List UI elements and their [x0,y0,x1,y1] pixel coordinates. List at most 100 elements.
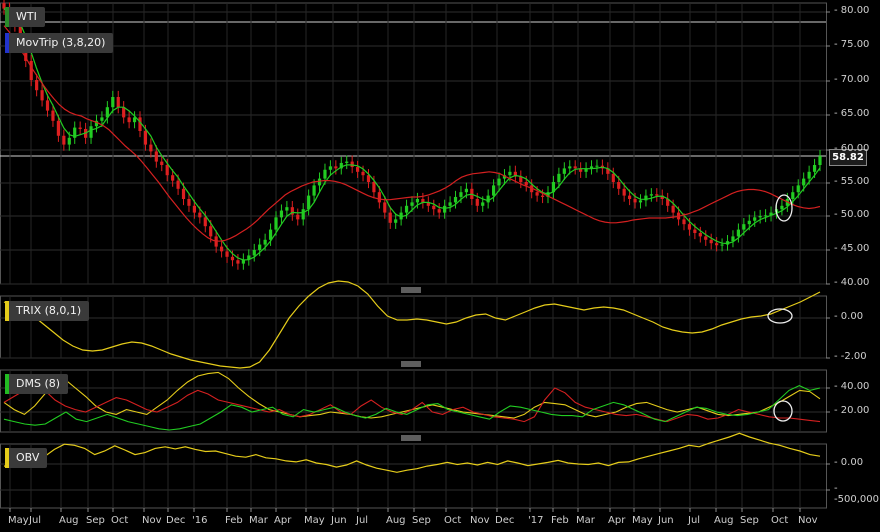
trix-label: TRIX (8,0,1) [16,304,82,317]
legend-wti[interactable]: WTI [5,7,45,27]
candle-body [464,188,468,193]
x-tick-label: Apr [608,515,626,526]
candle-body [573,166,577,169]
candle-body [377,192,381,203]
x-tick-label: Sep [740,515,759,526]
y-tick-label: - 60.00 [834,143,870,154]
candle-body [62,135,66,145]
candle-body [780,205,784,210]
chart-marks [2,0,822,473]
candle-body [143,131,148,145]
candle-body [198,212,202,218]
x-tick-label: Aug [714,515,734,526]
x-tick-label: '16 [192,515,208,526]
x-tick-label: Jul [29,515,42,526]
x-tick-label: '17 [528,515,544,526]
candle-body [51,110,55,121]
x-tick-label: May [632,515,653,526]
candle-body [492,185,496,196]
candle-body [40,90,44,101]
candle-body [709,239,713,244]
x-tick-label: May [8,515,29,526]
candle-body [568,166,572,169]
candle-body [122,107,126,118]
candle-body [671,205,675,213]
candle-body [225,251,229,257]
x-tick-label: Nov [142,515,162,526]
candle-body [274,217,278,230]
candle-body [633,199,637,203]
candle-body [165,165,169,176]
candle-body [453,196,458,203]
candle-body [682,219,686,225]
candle-body [448,202,452,206]
candle-body [149,144,153,152]
candle-body [562,168,566,174]
candle-body [486,195,490,203]
candle-body [753,217,757,221]
legend-dms[interactable]: DMS (8) [5,374,69,394]
candle-body [415,199,420,203]
candle-body [220,246,224,252]
candle-body [818,156,822,165]
candle-body [258,244,262,250]
candle-body [524,182,528,186]
candle-body [394,219,398,223]
y-tick-label: - 80.00 [834,5,870,16]
y-tick-label: - 0.00 [834,311,864,322]
y-tick-label: - 40.00 [834,277,870,288]
separators [401,287,421,441]
x-tick-label: Aug [59,515,79,526]
candle-body [252,250,256,256]
candle-body [203,217,207,227]
obv-label: OBV [16,451,40,464]
candle-body [764,215,768,217]
candle-body [715,243,719,246]
candle-body [540,195,545,197]
candle-body [459,192,463,197]
x-tick-label: Feb [551,515,569,526]
y-tick-label: - 50.00 [834,209,870,220]
y-tick-label: - 65.00 [834,108,870,119]
candle-body [720,244,724,246]
x-tick-label: Sep [412,515,431,526]
y-tick-label: - 40.00 [834,381,870,392]
x-tick-label: Nov [798,515,818,526]
y-tick-label: - -500,000.00 [834,483,880,505]
candle-body [29,60,33,80]
candle-body [296,214,300,220]
candle-body [279,210,284,218]
legend-trix[interactable]: TRIX (8,0,1) [5,301,90,321]
y-tick-label: - 70.00 [834,74,870,85]
candle-body [687,224,692,230]
candle-body [791,192,795,199]
candle-body [508,171,512,176]
candle-body [127,117,131,123]
candle-body [410,202,414,206]
candle-body [617,182,621,189]
candle-body [812,165,817,172]
candle-body [366,175,371,182]
candle-body [345,161,349,163]
price-title: WTI [16,10,37,23]
x-tick-label: Oct [444,515,462,526]
trix-line [3,280,821,369]
y-tick-label: - 55.00 [834,176,870,187]
y-tick-label: - 0.00 [834,457,864,468]
candle-body [796,185,800,193]
candle-body [388,212,392,223]
legend-movtrip[interactable]: MovTrip (3,8,20) [5,33,114,53]
legend-obv[interactable]: OBV [5,448,48,468]
candle-body [698,233,702,237]
candle-body [312,185,316,196]
candle-body [301,209,305,220]
candle-body [230,256,235,261]
candle-body [475,199,479,206]
x-tick-label: Oct [111,515,129,526]
candle-body [323,169,327,179]
x-tick-label: Aug [386,515,406,526]
candle-body [443,205,447,213]
candle-body [747,220,751,225]
candle-body [78,127,82,129]
candle-body [535,192,539,196]
